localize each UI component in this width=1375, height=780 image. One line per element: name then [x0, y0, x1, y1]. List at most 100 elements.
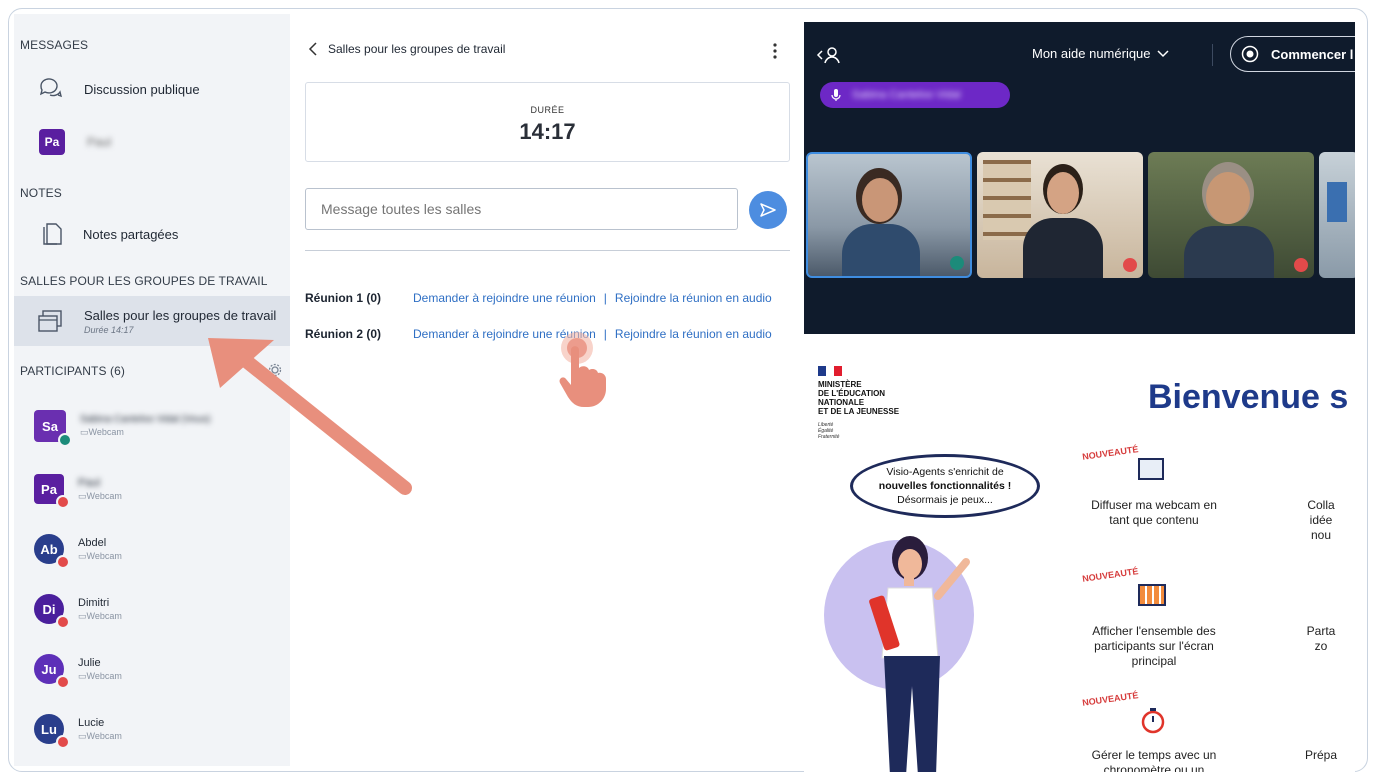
join-audio-link[interactable]: Rejoindre la réunion en audio — [615, 291, 772, 305]
participant-avatar: Lu — [34, 714, 70, 749]
participant-row[interactable]: Pa Paul ▭Webcam — [34, 474, 122, 509]
start-recording-button[interactable]: Commencer l — [1230, 36, 1355, 72]
microphone-icon — [831, 89, 841, 101]
french-flag-logo — [818, 366, 842, 376]
participant-name: Dimitri — [78, 596, 110, 609]
participant-avatar: Di — [34, 594, 70, 629]
link-separator: | — [603, 291, 607, 305]
mic-off-icon — [1123, 258, 1137, 272]
participant-name: Sabina Canteloo Vidal (Vous) — [80, 414, 211, 425]
divider — [305, 250, 790, 251]
collapse-participants-icon[interactable] — [816, 46, 844, 66]
more-vertical-icon[interactable] — [772, 42, 778, 60]
breakout-rooms-icon — [38, 310, 62, 332]
breakout-section-title: SALLES POUR LES GROUPES DE TRAVAIL — [20, 274, 268, 288]
send-button[interactable] — [749, 191, 787, 229]
new-badge: NOUVEAUTÉ — [1081, 690, 1139, 708]
send-icon — [760, 203, 776, 217]
new-badge: NOUVEAUTÉ — [1081, 566, 1139, 584]
speech-bubble: Visio-Agents s'enrichit de nouvelles fon… — [850, 454, 1040, 518]
participant-initials: Di — [42, 601, 56, 617]
participant-initials: Pa — [41, 481, 57, 497]
mic-off-icon — [56, 495, 70, 509]
request-join-link[interactable]: Demander à rejoindre une réunion — [413, 291, 596, 305]
mic-off-icon — [1294, 258, 1308, 272]
participant-status: ▭Webcam — [78, 670, 122, 681]
panel-header: Salles pour les groupes de travail — [308, 42, 505, 56]
participant-status: ▭Webcam — [78, 550, 122, 561]
public-chat-label: Discussion publique — [84, 81, 200, 97]
feature-partial: Parta zo — [1306, 624, 1336, 653]
video-tile[interactable] — [977, 152, 1143, 278]
public-chat-item[interactable]: Discussion publique — [14, 74, 290, 104]
document-icon — [43, 223, 62, 245]
chevron-left-icon[interactable] — [308, 42, 318, 56]
participant-status: ▭Webcam — [78, 490, 122, 501]
duration-card: DURÉE 14:17 — [305, 82, 790, 162]
duration-label: DURÉE — [530, 105, 565, 115]
person-body — [1184, 226, 1274, 278]
person-face — [862, 178, 898, 222]
active-speaker-pill: Sabina Canteloo Vidal — [820, 82, 1010, 108]
participant-name: Lucie — [78, 716, 105, 729]
republic-motto: Liberté Égalité Fraternité — [818, 422, 840, 440]
participant-status: ▭Webcam — [80, 427, 124, 437]
participants-section-title: PARTICIPANTS (6) — [20, 364, 125, 378]
mic-on-icon — [950, 256, 964, 270]
participant-row[interactable]: Sa Sabina Canteloo Vidal (Vous) ▭Webcam — [34, 410, 211, 447]
participant-initials: Ab — [40, 541, 58, 557]
participant-avatar: Ab — [34, 534, 70, 569]
mic-off-icon — [56, 615, 70, 629]
participant-avatar: Sa — [34, 410, 72, 447]
participant-initials: Ju — [41, 661, 57, 677]
woman-illustration — [869, 536, 970, 772]
breakout-rooms-label: Salles pour les groupes de travail — [84, 307, 277, 323]
participant-row[interactable]: Lu Lucie ▭Webcam — [34, 714, 122, 749]
participant-row[interactable]: Ju Julie ▭Webcam — [34, 654, 122, 689]
video-tile[interactable] — [1148, 152, 1314, 278]
person-face — [1047, 172, 1079, 214]
feature-webcam: Diffuser ma webcam en tant que contenu — [1091, 498, 1217, 527]
active-speaker-name: Sabina Canteloo Vidal — [852, 89, 961, 101]
help-menu-label: Mon aide numérique — [1032, 46, 1151, 61]
room-name: Réunion 1 (0) — [305, 291, 382, 305]
feature-partial: Colla idée nou — [1307, 498, 1335, 542]
participant-name: Julie — [78, 656, 101, 669]
help-menu[interactable]: Mon aide numérique — [1032, 46, 1169, 61]
tap-hand-icon — [559, 332, 606, 407]
message-all-rooms-input[interactable] — [305, 188, 738, 230]
participant-name: Abdel — [78, 536, 107, 549]
shared-notes-item[interactable]: Notes partagées — [14, 218, 290, 250]
user-name: Paul — [87, 135, 112, 149]
shared-notes-label: Notes partagées — [83, 226, 179, 242]
chevron-down-icon — [1157, 49, 1169, 57]
user-avatar: Pa — [39, 129, 65, 155]
duration-value: 14:17 — [519, 119, 576, 144]
new-badge: NOUVEAUTÉ — [1081, 444, 1139, 462]
participant-row[interactable]: Ab Abdel ▭Webcam — [34, 534, 122, 569]
feature-partial: Prépa — [1304, 748, 1338, 762]
mic-off-icon — [56, 675, 70, 689]
participant-status: ▭Webcam — [78, 730, 122, 741]
pointer-arrow — [208, 338, 412, 495]
start-recording-label: Commencer l — [1271, 46, 1354, 62]
grid-view-icon — [1138, 584, 1166, 606]
feature-gallery: Afficher l'ensemble des participants sur … — [1092, 624, 1216, 668]
video-tile[interactable] — [806, 152, 972, 278]
join-audio-link[interactable]: Rejoindre la réunion en audio — [615, 327, 772, 341]
participant-status: ▭Webcam — [78, 610, 122, 621]
cabinet — [1327, 182, 1347, 222]
participant-row[interactable]: Di Dimitri ▭Webcam — [34, 594, 122, 629]
participant-initials: Sa — [42, 418, 58, 434]
video-tile[interactable] — [1319, 152, 1355, 278]
mic-off-icon — [56, 555, 70, 569]
room-row: Réunion 1 (0) Demander à rejoindre une r… — [305, 291, 772, 305]
person-face — [1206, 172, 1250, 224]
person-body — [842, 224, 920, 276]
private-chat-item[interactable]: Pa Paul — [14, 126, 290, 158]
notes-section-title: NOTES — [20, 186, 62, 200]
participant-avatar: Pa — [34, 474, 70, 509]
person-body — [1023, 218, 1103, 278]
welcome-title: Bienvenue s — [1148, 378, 1349, 416]
chat-bubbles-icon — [39, 78, 62, 98]
